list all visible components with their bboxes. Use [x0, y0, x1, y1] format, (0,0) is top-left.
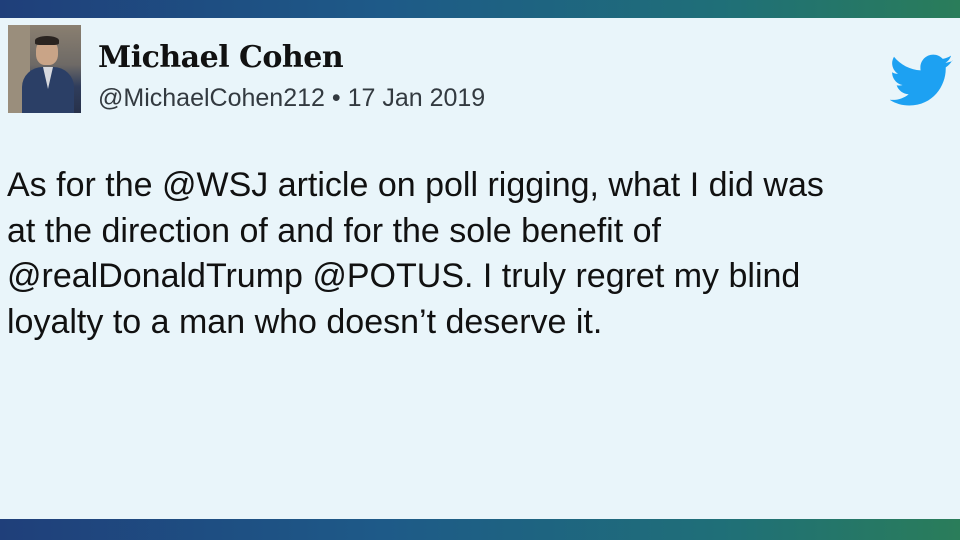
- top-banner-bar: [0, 0, 960, 18]
- avatar[interactable]: [8, 25, 81, 113]
- tweet-meta: @MichaelCohen212 • 17 Jan 2019: [98, 84, 485, 113]
- meta-separator: •: [324, 84, 348, 112]
- tweet-text-line: at the direction of and for the sole ben…: [7, 211, 661, 250]
- tweet-date[interactable]: 17 Jan 2019: [348, 84, 486, 112]
- author-name[interactable]: Michael Cohen: [98, 40, 344, 75]
- tweet-text-line: As for the @WSJ article on poll rigging,…: [7, 166, 824, 204]
- twitter-bird-icon: [890, 54, 953, 106]
- bottom-banner-bar: [0, 519, 960, 540]
- tweet-text-line: loyalty to a man who doesn’t deserve it.: [7, 302, 603, 341]
- tweet-text-line: @realDonaldTrump @POTUS. I truly regret …: [7, 257, 801, 295]
- tweet-text: As for the @WSJ article on poll rigging,…: [7, 163, 952, 345]
- avatar-hair: [35, 36, 59, 45]
- author-handle[interactable]: @MichaelCohen212: [98, 84, 325, 112]
